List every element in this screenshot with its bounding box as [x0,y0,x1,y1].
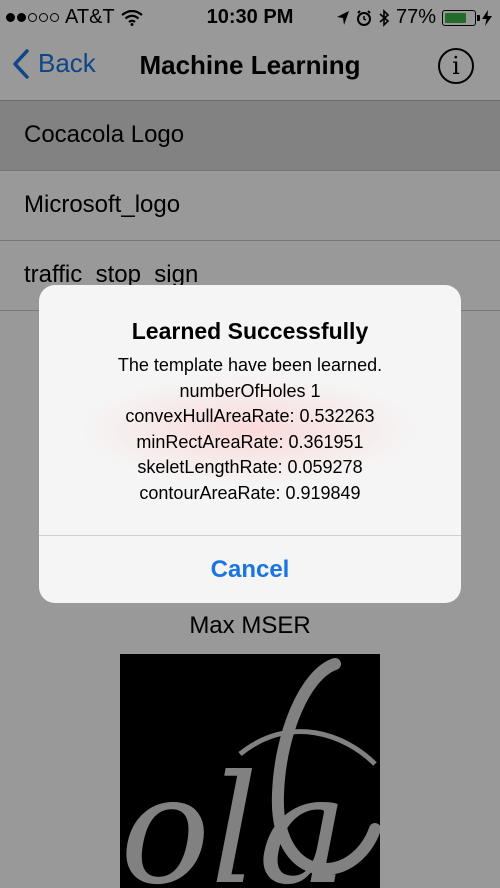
alert-message-line: convexHullAreaRate: 0.532263 [125,406,375,426]
alert-message-line: numberOfHoles 1 [179,380,321,401]
alert-message-line: contourAreaRate: 0.919849 [139,482,361,503]
alert-message: The template have been learned. numberOf… [39,353,461,506]
alert-message-line: skeletLengthRate: 0.059278 [137,457,363,477]
alert-title: Learned Successfully [131,318,369,344]
alert-message-line: The template have been learned. [117,355,383,375]
alert-dialog: Learned Successfully The template have b… [39,285,461,603]
alert-message-line: minRectAreaRate: 0.361951 [136,431,364,452]
cancel-button[interactable]: Cancel [39,536,461,603]
